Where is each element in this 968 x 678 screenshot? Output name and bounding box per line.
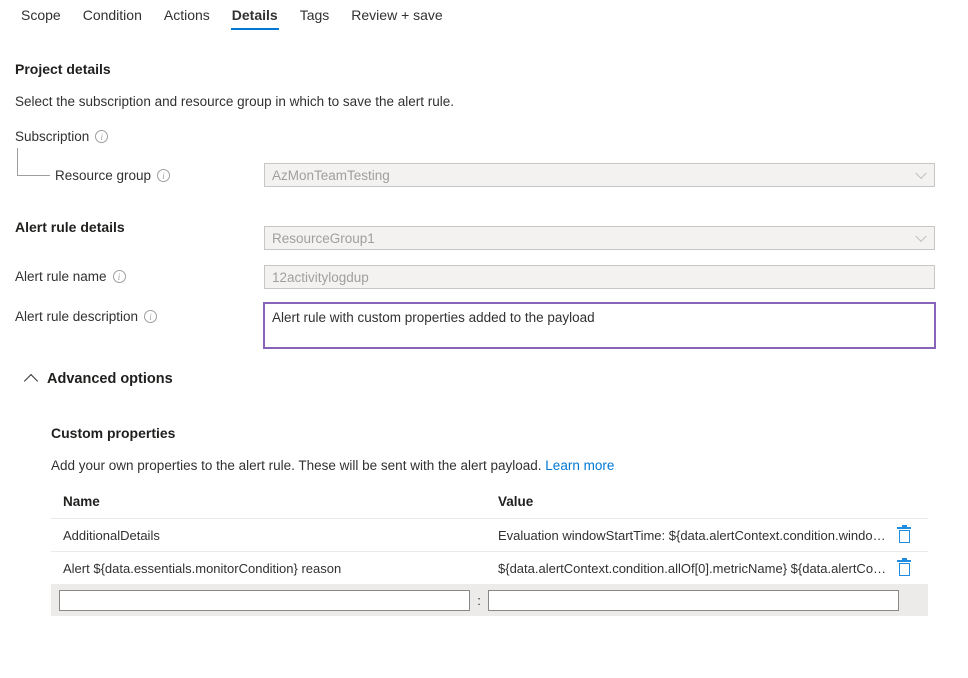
custom-properties-description-line: Add your own properties to the alert rul…	[51, 458, 614, 473]
tab-review-save-label: Review + save	[351, 7, 442, 23]
chevron-down-icon	[915, 168, 926, 179]
custom-properties-heading: Custom properties	[51, 425, 175, 441]
info-icon[interactable]: i	[95, 130, 108, 143]
row-actions	[888, 560, 928, 576]
tab-condition-label: Condition	[83, 7, 142, 23]
tab-tags[interactable]: Tags	[289, 0, 341, 36]
tab-details[interactable]: Details	[221, 0, 289, 36]
column-header-name: Name	[51, 494, 498, 509]
resource-group-tree-connector	[17, 148, 50, 176]
alert-rule-name-input[interactable]: 12activitylogdup	[264, 265, 935, 289]
subscription-dropdown[interactable]: AzMonTeamTesting	[264, 163, 935, 187]
tab-actions-label: Actions	[164, 7, 210, 23]
resource-group-label-group: Resource group i	[55, 168, 170, 183]
new-property-name-input[interactable]	[59, 590, 470, 611]
tab-condition[interactable]: Condition	[72, 0, 153, 36]
row-name: AdditionalDetails	[51, 528, 498, 543]
tab-actions[interactable]: Actions	[153, 0, 221, 36]
alert-rule-name-label-group: Alert rule name i	[15, 269, 126, 284]
resource-group-value: ResourceGroup1	[272, 231, 375, 246]
chevron-down-icon	[915, 231, 926, 242]
new-property-row: :	[51, 585, 928, 616]
learn-more-link[interactable]: Learn more	[545, 458, 614, 473]
delete-icon[interactable]	[897, 560, 911, 576]
info-icon[interactable]: i	[113, 270, 126, 283]
info-icon[interactable]: i	[157, 169, 170, 182]
delete-icon[interactable]	[897, 527, 911, 543]
table-row[interactable]: AdditionalDetails Evaluation windowStart…	[51, 519, 928, 552]
tab-details-label: Details	[232, 7, 278, 23]
alert-rule-description-label: Alert rule description	[15, 309, 138, 324]
row-value: ${data.alertContext.condition.allOf[0].m…	[498, 561, 888, 576]
row-name: Alert ${data.essentials.monitorCondition…	[51, 561, 498, 576]
custom-properties-description: Add your own properties to the alert rul…	[51, 458, 542, 473]
subscription-value: AzMonTeamTesting	[272, 168, 390, 183]
project-details-heading: Project details	[15, 61, 111, 77]
info-icon[interactable]: i	[144, 310, 157, 323]
key-value-separator: :	[470, 593, 488, 608]
advanced-options-toggle[interactable]: Advanced options	[26, 371, 173, 387]
subscription-label: Subscription	[15, 129, 89, 144]
alert-rule-name-label: Alert rule name	[15, 269, 107, 284]
alert-rule-name-value: 12activitylogdup	[272, 270, 369, 285]
wizard-tab-bar: Scope Condition Actions Details Tags Rev…	[0, 0, 968, 38]
row-actions	[888, 527, 928, 543]
table-header-row: Name Value	[51, 494, 928, 519]
custom-properties-table: Name Value AdditionalDetails Evaluation …	[51, 494, 928, 616]
column-header-value: Value	[498, 494, 888, 509]
tab-scope-label: Scope	[21, 7, 61, 23]
alert-rule-details-heading: Alert rule details	[15, 219, 125, 235]
tab-review-save[interactable]: Review + save	[340, 0, 453, 36]
subscription-label-group: Subscription i	[15, 129, 108, 144]
new-property-value-input[interactable]	[488, 590, 899, 611]
advanced-options-label: Advanced options	[47, 371, 173, 387]
row-value: Evaluation windowStartTime: ${data.alert…	[498, 528, 888, 543]
tab-tags-label: Tags	[300, 7, 330, 23]
alert-rule-description-value: Alert rule with custom properties added …	[272, 310, 595, 325]
project-details-description: Select the subscription and resource gro…	[15, 94, 454, 109]
alert-rule-description-label-group: Alert rule description i	[15, 309, 157, 324]
tab-scope[interactable]: Scope	[10, 0, 72, 36]
table-row[interactable]: Alert ${data.essentials.monitorCondition…	[51, 552, 928, 585]
alert-rule-description-textarea[interactable]: Alert rule with custom properties added …	[264, 303, 935, 348]
chevron-up-icon	[24, 373, 38, 387]
resource-group-dropdown[interactable]: ResourceGroup1	[264, 226, 935, 250]
column-header-actions	[888, 494, 928, 509]
resource-group-label: Resource group	[55, 168, 151, 183]
